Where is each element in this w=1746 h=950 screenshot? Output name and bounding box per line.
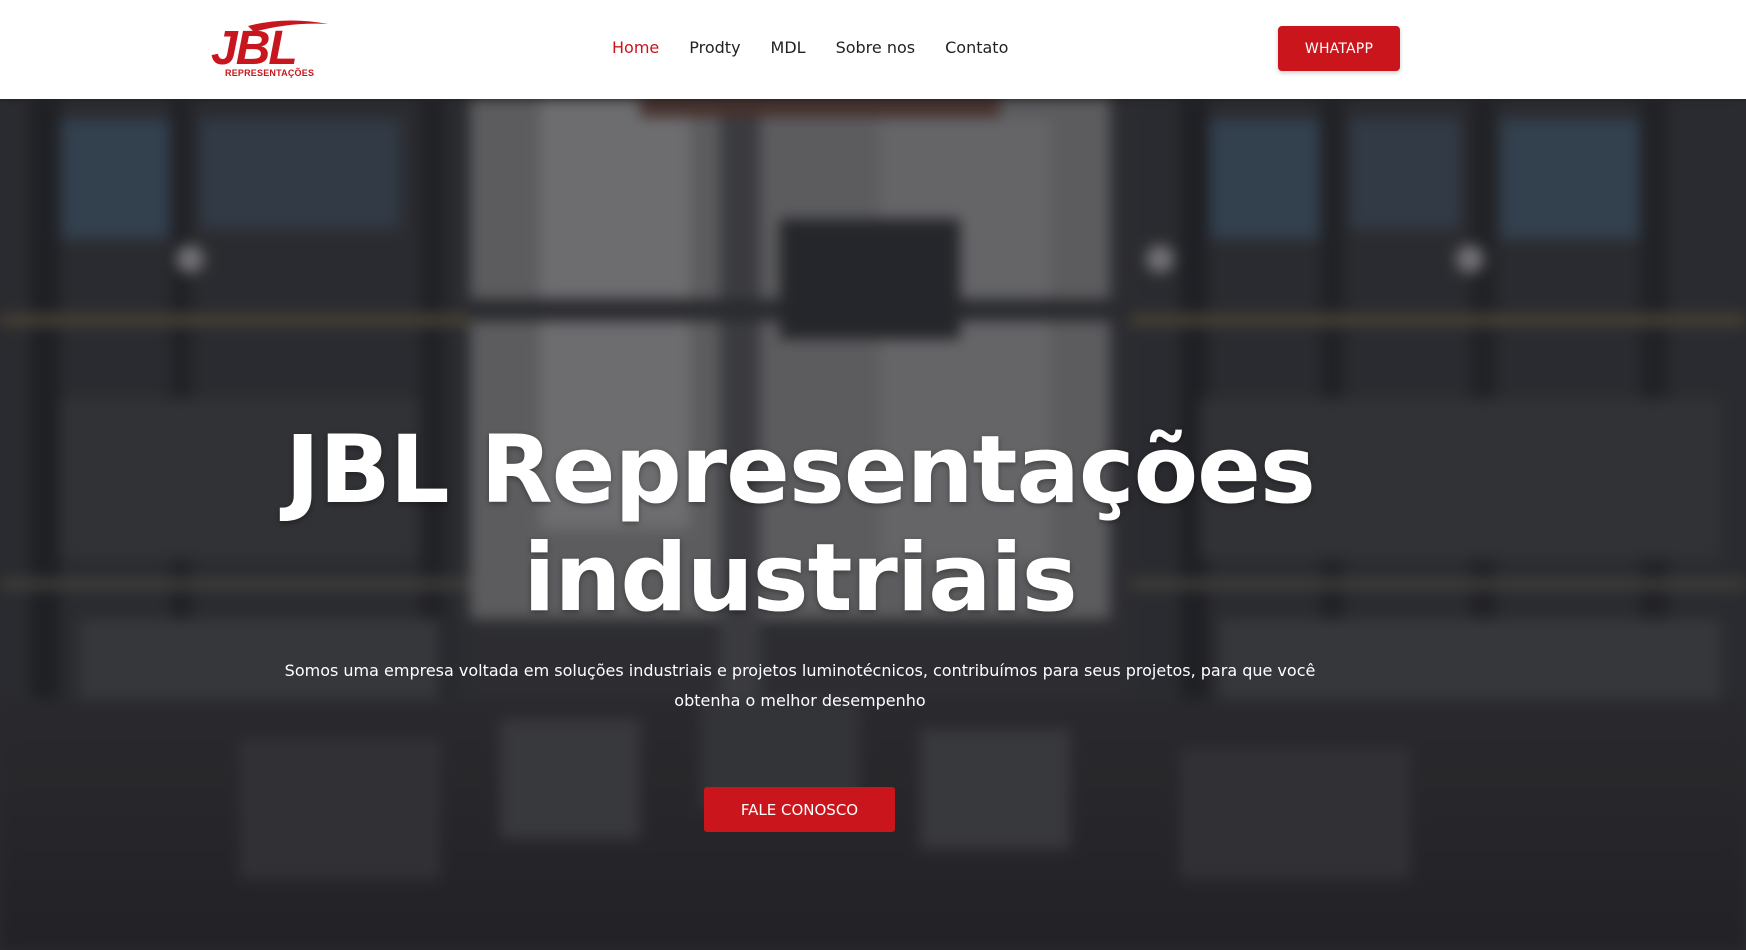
nav-item-contato[interactable]: Contato [945,36,1008,60]
contact-us-button[interactable]: FALE CONOSCO [704,787,895,832]
hero-subtitle: Somos uma empresa voltada em soluções in… [284,661,1316,710]
jbl-logo[interactable]: JBL REPRESENTAÇÕES [208,18,332,80]
hero-title-line2: industriais [523,524,1077,633]
nav-item-home[interactable]: Home [612,36,659,60]
hero-title: JBL Representações industriais [0,417,1600,633]
site-header: JBL REPRESENTAÇÕES Home Prodty MDL Sobre… [0,0,1746,99]
hero-section: JBL Representações industriais Somos uma… [0,99,1746,950]
svg-text:REPRESENTAÇÕES: REPRESENTAÇÕES [225,68,314,78]
whatsapp-button[interactable]: WHATAPP [1278,26,1400,71]
nav-item-mdl[interactable]: MDL [771,36,806,60]
hero-title-line1: JBL Representações [285,416,1316,525]
jbl-logo-graphic: JBL REPRESENTAÇÕES [211,20,328,78]
nav-item-sobre-nos[interactable]: Sobre nos [836,36,916,60]
main-nav: Home Prodty MDL Sobre nos Contato [612,36,1038,60]
nav-item-prodty[interactable]: Prodty [689,36,740,60]
